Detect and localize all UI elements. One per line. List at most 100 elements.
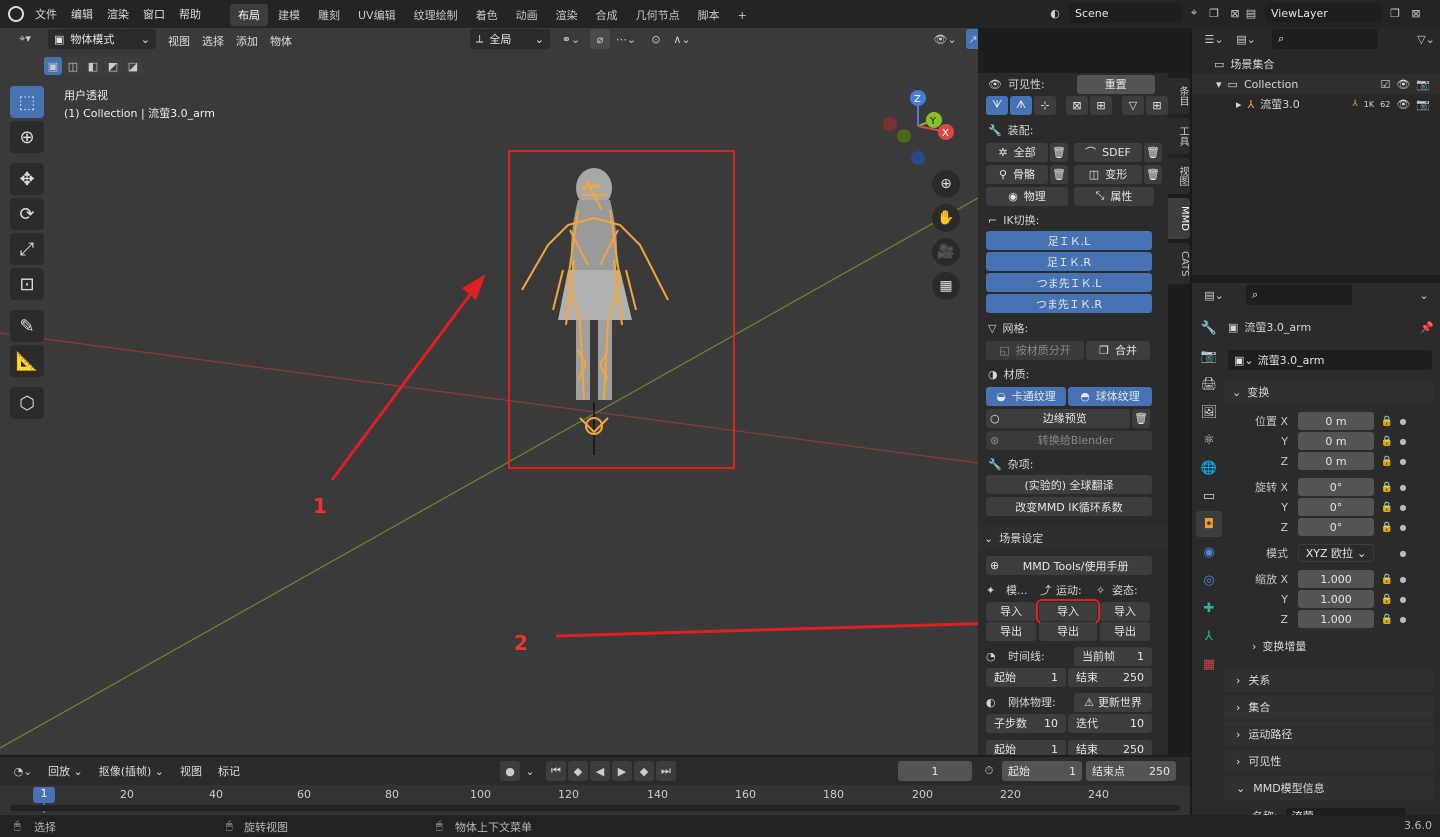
keyframe-dot-icon[interactable]: ● <box>1396 483 1410 492</box>
menu-window[interactable]: 窗口 <box>136 6 172 22</box>
location-y-field[interactable]: 0 m <box>1298 432 1374 450</box>
transform-header[interactable]: ⌄ 变换 <box>1224 381 1434 403</box>
scene-name-field[interactable]: Scene <box>1069 3 1183 23</box>
bone-vis-icon[interactable]: ᗐ <box>986 95 1008 115</box>
menu-help[interactable]: 帮助 <box>172 6 208 22</box>
record-icon[interactable]: ● <box>500 761 520 781</box>
collection-row[interactable]: ▾ ▭ Collection ☑ 👁 📷 <box>1192 74 1440 94</box>
location-z-field[interactable]: 0 m <box>1298 452 1374 470</box>
rigid-start-field[interactable]: 起始 1 <box>986 739 1066 755</box>
new-scene-icon[interactable]: ❐ <box>1205 3 1223 23</box>
edge-preview-button[interactable]: ○ 边缘预览 <box>986 408 1130 428</box>
iterations-field[interactable]: 迭代 10 <box>1068 713 1152 733</box>
properties-type-icon[interactable]: ▤⌄ <box>1200 285 1228 305</box>
blender-logo-icon[interactable] <box>8 6 24 22</box>
menu-file[interactable]: 文件 <box>28 6 64 22</box>
start-frame-field[interactable]: 起始 1 <box>986 667 1066 687</box>
pose-export-button[interactable]: 导出 <box>1100 621 1150 641</box>
split-by-material-button[interactable]: ◱ 按材质分开 <box>986 340 1084 360</box>
pin-scene-icon[interactable]: ⌖ <box>1186 3 1202 23</box>
rigid-end-field[interactable]: 结束 250 <box>1068 739 1152 755</box>
global-translate-button[interactable]: (实验的) 全球翻译 <box>986 475 1152 494</box>
keying-menu[interactable]: 抠像(插帧) ⌄ <box>93 761 170 781</box>
tab-compositing[interactable]: 合成 <box>588 4 626 26</box>
tab-layout[interactable]: 布局 <box>230 4 268 26</box>
menu-edit[interactable]: 编辑 <box>64 6 100 22</box>
toon-texture-button[interactable]: ◒ 卡通纹理 <box>986 386 1066 406</box>
ik-item-foot-l[interactable]: 足ＩＫ.L <box>986 231 1152 250</box>
outliner-search-input[interactable]: ⌕ <box>1272 29 1378 49</box>
assembly-bone-button[interactable]: ⚲ 骨骼 <box>986 164 1048 184</box>
tab-modeling[interactable]: 建模 <box>270 4 308 26</box>
trash-icon[interactable]: 🗑 <box>1144 164 1162 184</box>
tool-icon[interactable]: 🔧 <box>1196 315 1222 341</box>
trash-icon[interactable]: 🗑 <box>1050 142 1068 162</box>
trash-icon[interactable]: 🗑 <box>1132 408 1150 428</box>
joint-vis-icon[interactable]: ⊞ <box>1090 95 1112 115</box>
tab-item[interactable]: 条目 <box>1168 78 1190 114</box>
keyframe-dot-icon[interactable]: ● <box>1396 595 1410 604</box>
visibility-header[interactable]: › 可见性 <box>1224 749 1434 773</box>
jump-start-icon[interactable]: ⏮ <box>546 761 566 781</box>
delta-transform-header[interactable]: › 变换增量 <box>1192 635 1440 657</box>
rigid-vis-icon[interactable]: ⊹ <box>1034 95 1056 115</box>
eye-icon[interactable]: 👁 <box>1396 78 1410 91</box>
rotation-y-field[interactable]: 0° <box>1298 498 1374 516</box>
keyframe-dot-icon[interactable]: ● <box>1396 437 1410 446</box>
checkbox-icon[interactable]: ☑ <box>1380 78 1390 91</box>
tab-uv-editing[interactable]: UV编辑 <box>350 4 404 26</box>
pin-icon[interactable]: 📌 <box>1420 321 1434 334</box>
timeline-type-icon[interactable]: ◔⌄ <box>8 761 38 781</box>
tab-tool[interactable]: 工具 <box>1168 118 1190 154</box>
timeline-ruler[interactable]: 1 20 40 60 80 100 120 140 160 180 200 22… <box>0 785 1190 815</box>
menu-render[interactable]: 渲染 <box>100 6 136 22</box>
next-keyframe-icon[interactable]: ◆ <box>634 761 654 781</box>
keyframe-dot-icon[interactable]: ● <box>1396 523 1410 532</box>
end-frame-field[interactable]: 结束点 250 <box>1086 761 1176 781</box>
change-ik-loop-button[interactable]: 改变MMD IK循环系数 <box>986 497 1152 516</box>
object-row[interactable]: ▸ ⅄ 流萤3.0 ⅄ 1K 62 👁 📷 <box>1192 94 1440 114</box>
tab-rendering[interactable]: 渲染 <box>548 4 586 26</box>
lock-icon[interactable]: 🔒 <box>1378 614 1396 625</box>
viewlayer-icon[interactable]: ▤ <box>1240 3 1262 23</box>
object-datablock-field[interactable]: ▣⌄ 流萤3.0_arm <box>1228 350 1432 370</box>
new-viewlayer-icon[interactable]: ❐ <box>1386 3 1404 23</box>
convert-blender-button[interactable]: ⊛ 转换给Blender <box>986 430 1152 450</box>
delete-viewlayer-icon[interactable]: ⊠ <box>1407 3 1425 23</box>
motion-path-header[interactable]: › 运动路径 <box>1224 722 1434 746</box>
keyframe-dot-icon[interactable]: ● <box>1396 417 1410 426</box>
render-icon[interactable]: 📷 <box>1196 343 1222 369</box>
filter-icon[interactable]: ▽ <box>1122 95 1144 115</box>
play-icon[interactable]: ▶ <box>612 761 632 781</box>
tab-animation[interactable]: 动画 <box>508 4 546 26</box>
lock-icon[interactable]: 🔒 <box>1378 522 1396 533</box>
rotation-x-field[interactable]: 0° <box>1298 478 1374 496</box>
marker-menu[interactable]: 标记 <box>212 761 246 781</box>
display-mode-icon[interactable]: ▤⌄ <box>1232 29 1260 49</box>
trash-icon[interactable]: 🗑 <box>1050 164 1068 184</box>
chevron-down-icon[interactable]: ⌄ <box>1414 285 1434 305</box>
end-frame-field[interactable]: 结束 250 <box>1068 667 1152 687</box>
scale-x-field[interactable]: 1.000 <box>1298 570 1374 588</box>
properties-search-input[interactable]: ⌕ <box>1246 285 1352 305</box>
grid-icon[interactable]: ⊞ <box>1146 95 1168 115</box>
ik-vis-icon[interactable]: ᗑ <box>1010 95 1032 115</box>
start-frame-field[interactable]: 起始 1 <box>1002 761 1082 781</box>
tab-sculpting[interactable]: 雕刻 <box>310 4 348 26</box>
mmd-info-header[interactable]: ⌄ MMD模型信息 <box>1224 776 1434 800</box>
timeline-view-menu[interactable]: 视图 <box>174 761 208 781</box>
add-workspace-button[interactable]: + <box>730 6 755 25</box>
play-reverse-icon[interactable]: ◀ <box>590 761 610 781</box>
ik-item-toe-l[interactable]: つま先ＩＫ.L <box>986 273 1152 292</box>
viewlayer-name-field[interactable]: ViewLayer <box>1265 3 1383 23</box>
substeps-field[interactable]: 子步数 10 <box>986 713 1066 733</box>
trash-icon[interactable]: 🗑 <box>1144 142 1162 162</box>
jump-end-icon[interactable]: ⏭ <box>656 761 676 781</box>
sphere-texture-button[interactable]: ◓ 球体纹理 <box>1068 386 1152 406</box>
pose-import-button[interactable]: 导入 <box>1100 601 1150 621</box>
motion-import-button[interactable]: 导入 <box>1036 598 1100 624</box>
location-x-field[interactable]: 0 m <box>1298 412 1374 430</box>
scale-z-field[interactable]: 1.000 <box>1298 610 1374 628</box>
scale-y-field[interactable]: 1.000 <box>1298 590 1374 608</box>
playhead[interactable]: 1 <box>33 787 55 803</box>
